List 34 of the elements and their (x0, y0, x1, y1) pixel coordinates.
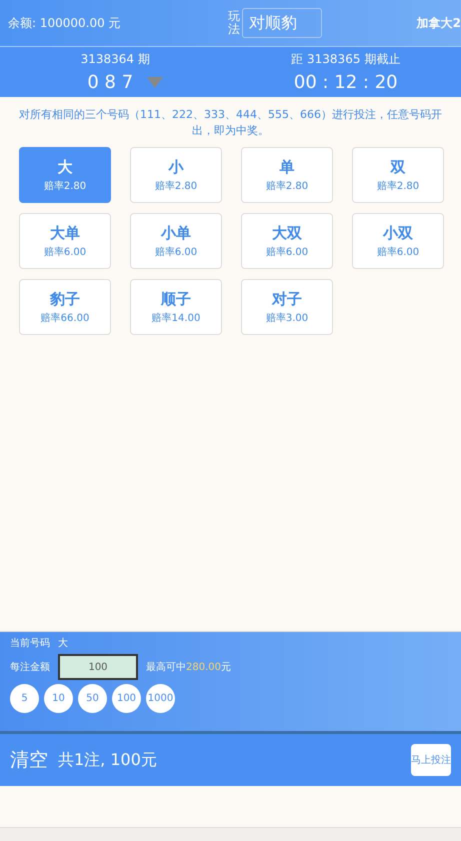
bet-option[interactable]: 大双 赔率6.00 (241, 213, 333, 269)
play-label: 玩法 (228, 10, 240, 36)
submit-button[interactable]: 马上投注 (411, 744, 451, 776)
bet-summary: 共1注, 100元 (58, 750, 157, 770)
bet-option[interactable]: 对子 赔率3.00 (241, 279, 333, 335)
bet-option[interactable]: 大单 赔率6.00 (19, 213, 111, 269)
chip-button[interactable]: 50 (78, 684, 107, 713)
lottery-name[interactable]: 加拿大2 (416, 14, 461, 32)
bet-option[interactable]: 小单 赔率6.00 (130, 213, 222, 269)
bet-option[interactable]: 顺子 赔率14.00 (130, 279, 222, 335)
bet-option[interactable]: 豹子 赔率66.00 (19, 279, 111, 335)
caret-icon[interactable] (147, 77, 164, 88)
max-win-text: 最高可中280.00元 (146, 660, 231, 674)
draw-result: 0 8 7 (87, 72, 134, 93)
rule-description: 对所有相同的三个号码（111、222、333、444、555、666）进行投注，任意号码开出，即为中奖。 (18, 107, 443, 139)
play-select[interactable]: 对顺豹 (242, 8, 322, 38)
chip-button[interactable]: 10 (44, 684, 73, 713)
current-issue: 3138364 期 (80, 51, 150, 68)
amount-label: 每注金额 (10, 660, 50, 674)
amount-field[interactable]: 100 (58, 654, 138, 680)
bet-option[interactable]: 大 赔率2.80 (19, 147, 111, 203)
bet-option[interactable]: 小双 赔率6.00 (352, 213, 444, 269)
bet-option[interactable]: 单 赔率2.80 (241, 147, 333, 203)
balance-text: 余额: 100000.00 元 (8, 14, 122, 32)
countdown: 00 : 12 : 20 (294, 72, 398, 93)
chip-button[interactable]: 100 (112, 684, 141, 713)
current-value: 大 (58, 636, 68, 650)
bet-option[interactable]: 双 赔率2.80 (352, 147, 444, 203)
bet-option[interactable]: 小 赔率2.80 (130, 147, 222, 203)
next-issue: 距 3138365 期截止 (291, 51, 400, 68)
chip-button[interactable]: 5 (10, 684, 39, 713)
current-label: 当前号码 (10, 636, 50, 650)
clear-button[interactable]: 清空 (10, 747, 48, 773)
chip-button[interactable]: 1000 (146, 684, 175, 713)
